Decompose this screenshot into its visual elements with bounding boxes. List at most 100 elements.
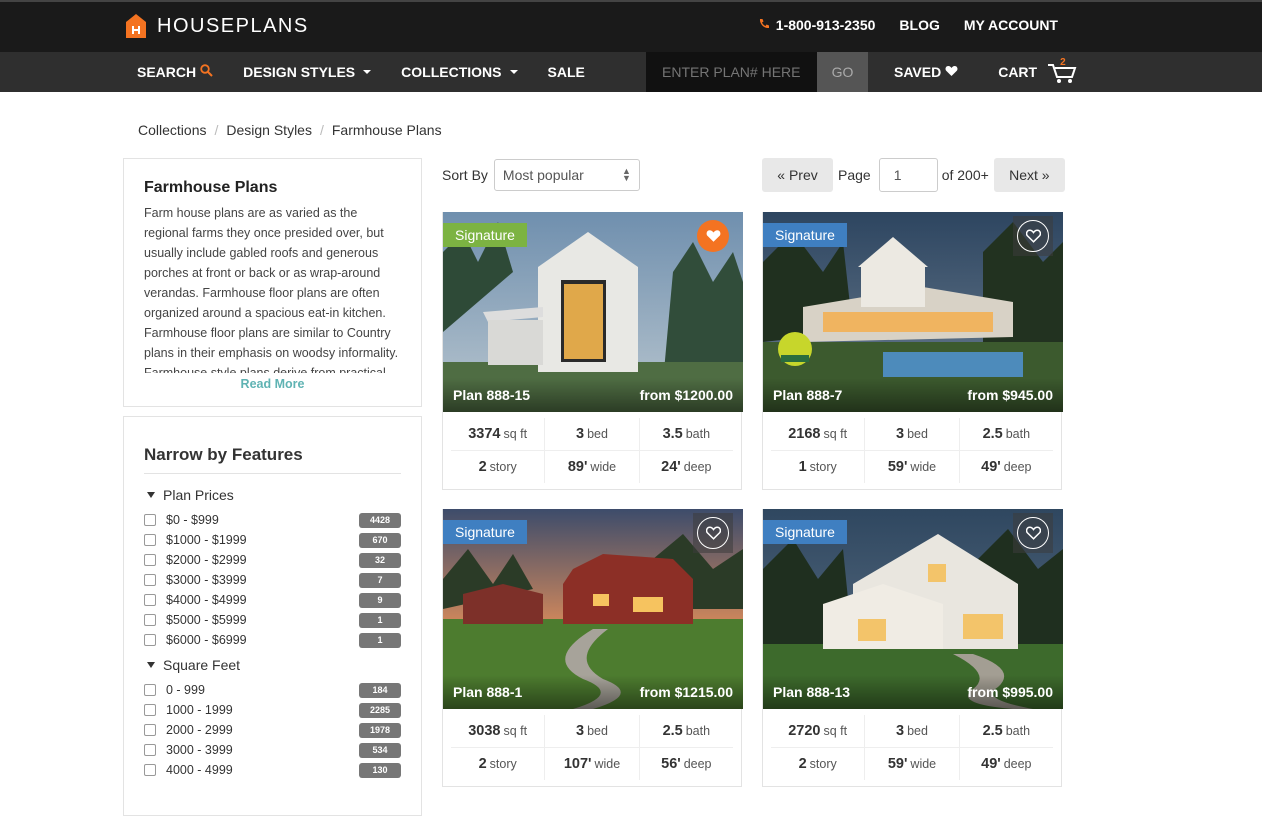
- filter-checkbox[interactable]: [144, 534, 156, 546]
- spec-unit: story: [809, 459, 837, 474]
- nav-design-styles[interactable]: DESIGN STYLES: [243, 64, 372, 80]
- blog-link[interactable]: BLOG: [899, 17, 939, 33]
- filter-checkbox[interactable]: [144, 764, 156, 776]
- category-description: Farmhouse Plans Farm house plans are as …: [123, 158, 422, 407]
- filter-checkbox[interactable]: [144, 634, 156, 646]
- filter-checkbox[interactable]: [144, 724, 156, 736]
- filter-option-label: $3000 - $3999: [166, 573, 247, 587]
- spec-story: 2 story: [451, 747, 546, 780]
- spec-value: 49': [981, 458, 1001, 475]
- plan-number-input[interactable]: [646, 52, 817, 92]
- my-account-link[interactable]: MY ACCOUNT: [964, 17, 1058, 33]
- spec-unit: bed: [587, 427, 608, 441]
- spec-unit: bath: [1005, 724, 1031, 738]
- favorite-button[interactable]: [693, 513, 733, 553]
- filter-option-label: 0 - 999: [166, 683, 205, 697]
- logo[interactable]: HOUSEPLANS: [125, 13, 309, 39]
- spec-value: 107': [563, 755, 592, 772]
- sort-select[interactable]: Most popular ▲ ▼: [493, 159, 640, 191]
- plan-name[interactable]: Plan 888-1: [453, 684, 522, 700]
- plan-photo[interactable]: Signature Plan 888-7 from $945.00: [763, 212, 1063, 412]
- filter-group-title: Square Feet: [163, 657, 241, 673]
- signature-badge: Signature: [763, 223, 847, 247]
- spec-value: 3374: [468, 426, 501, 442]
- plan-photo[interactable]: Signature Plan 888-15 from $1200.00: [443, 212, 743, 412]
- phone-link[interactable]: 1-800-913-2350: [758, 17, 875, 33]
- read-more-link[interactable]: Read More: [144, 377, 401, 391]
- favorite-button[interactable]: [693, 216, 733, 256]
- go-button[interactable]: GO: [817, 52, 868, 92]
- nav-search[interactable]: SEARCH: [137, 64, 213, 80]
- spec-sqft: 2168 sq ft: [771, 418, 866, 450]
- nav-sale[interactable]: SALE: [548, 64, 585, 80]
- filter-count-badge: 2285: [359, 702, 401, 718]
- filter-option[interactable]: $3000 - $3999 7: [144, 570, 401, 590]
- plan-card[interactable]: Signature Plan 888-1 from $1215.00 3038 s…: [442, 509, 743, 787]
- plan-name[interactable]: Plan 888-15: [453, 387, 530, 403]
- filter-option[interactable]: 4000 - 4999 130: [144, 760, 401, 780]
- spec-row: 2168 sq ft 3 bed 2.5 bath: [771, 418, 1053, 450]
- nav-collections[interactable]: COLLECTIONS: [401, 64, 518, 80]
- filter-option[interactable]: $6000 - $6999 1: [144, 630, 401, 650]
- spec-unit: deep: [683, 459, 712, 474]
- plan-card[interactable]: Signature Plan 888-13 from $995.00 2720 s…: [762, 509, 1063, 787]
- prev-button[interactable]: « Prev: [762, 158, 833, 192]
- filter-option[interactable]: 3000 - 3999 534: [144, 740, 401, 760]
- logo-text: HOUSEPLANS: [157, 14, 309, 37]
- spec-value: 3: [576, 426, 585, 442]
- spec-wide: 107' wide: [545, 747, 640, 780]
- nav-saved[interactable]: SAVED: [894, 64, 958, 80]
- plan-photo[interactable]: Signature Plan 888-13 from $995.00: [763, 509, 1063, 709]
- filter-option[interactable]: 0 - 999 184: [144, 680, 401, 700]
- nav-cart[interactable]: CART 2: [998, 57, 1077, 84]
- next-button[interactable]: Next »: [993, 158, 1065, 192]
- filter-checkbox[interactable]: [144, 594, 156, 606]
- plan-name[interactable]: Plan 888-13: [773, 684, 850, 700]
- filter-option-label: $6000 - $6999: [166, 633, 247, 647]
- breadcrumb-collections[interactable]: Collections: [138, 122, 206, 138]
- filter-option[interactable]: $0 - $999 4428: [144, 510, 401, 530]
- signature-badge: Signature: [443, 223, 527, 247]
- signature-badge: Signature: [443, 520, 527, 544]
- filter-option[interactable]: $4000 - $4999 9: [144, 590, 401, 610]
- filter-group-toggle[interactable]: Square Feet: [144, 657, 401, 673]
- filter-checkbox[interactable]: [144, 614, 156, 626]
- filter-checkbox[interactable]: [144, 514, 156, 526]
- filter-count-badge: 7: [359, 572, 401, 588]
- plan-photo[interactable]: Signature Plan 888-1 from $1215.00: [443, 509, 743, 709]
- breadcrumb-design-styles[interactable]: Design Styles: [226, 122, 312, 138]
- spec-bath: 3.5 bath: [640, 418, 733, 450]
- breadcrumb-farmhouse-plans[interactable]: Farmhouse Plans: [332, 122, 442, 138]
- filter-option-label: $4000 - $4999: [166, 593, 247, 607]
- spec-value: 3.5: [662, 426, 683, 442]
- filter-option[interactable]: $2000 - $2999 32: [144, 550, 401, 570]
- spec-value: 2.5: [662, 723, 683, 739]
- category-text: Farm house plans are as varied as the re…: [144, 206, 399, 373]
- filter-option[interactable]: 1000 - 1999 2285: [144, 700, 401, 720]
- filter-option[interactable]: $1000 - $1999 670: [144, 530, 401, 550]
- filter-checkbox[interactable]: [144, 574, 156, 586]
- spec-wide: 59' wide: [865, 450, 960, 483]
- plan-caption: Plan 888-1 from $1215.00: [443, 675, 743, 709]
- spec-row: 2720 sq ft 3 bed 2.5 bath: [771, 715, 1053, 747]
- filter-option[interactable]: $5000 - $5999 1: [144, 610, 401, 630]
- page-input[interactable]: 1: [878, 158, 938, 192]
- filter-checkbox[interactable]: [144, 704, 156, 716]
- plan-caption: Plan 888-7 from $945.00: [763, 378, 1063, 412]
- spec-value: 3: [896, 426, 905, 442]
- favorite-button[interactable]: [1013, 216, 1053, 256]
- filter-option-label: $5000 - $5999: [166, 613, 247, 627]
- favorite-button[interactable]: [1013, 513, 1053, 553]
- filter-checkbox[interactable]: [144, 744, 156, 756]
- filter-checkbox[interactable]: [144, 554, 156, 566]
- top-bar: HOUSEPLANS 1-800-913-2350 BLOG MY ACCOUN…: [0, 0, 1262, 52]
- plan-card[interactable]: Signature Plan 888-7 from $945.00 2168 sq…: [762, 212, 1063, 490]
- spec-bath: 2.5 bath: [640, 715, 733, 747]
- spec-row: 3038 sq ft 3 bed 2.5 bath: [451, 715, 733, 747]
- filter-group-toggle[interactable]: Plan Prices: [144, 487, 401, 503]
- chevron-down-icon: [363, 70, 372, 74]
- filter-checkbox[interactable]: [144, 684, 156, 696]
- plan-name[interactable]: Plan 888-7: [773, 387, 842, 403]
- filter-option[interactable]: 2000 - 2999 1978: [144, 720, 401, 740]
- plan-card[interactable]: Signature Plan 888-15 from $1200.00 3374…: [442, 212, 743, 490]
